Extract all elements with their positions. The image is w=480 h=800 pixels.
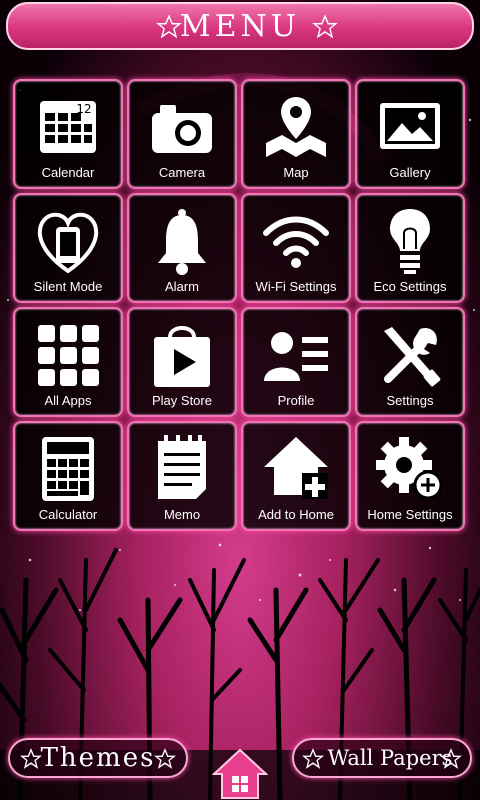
- tile-alarm[interactable]: Alarm: [127, 193, 237, 303]
- calendar-icon: 12: [40, 101, 96, 153]
- tile-label: Home Settings: [367, 507, 453, 522]
- tile-calculator[interactable]: Calculator: [13, 421, 123, 531]
- tile-eco-settings[interactable]: Eco Settings: [355, 193, 465, 303]
- wifi-icon: [263, 216, 329, 268]
- tile-map[interactable]: Map: [241, 79, 351, 189]
- tile-memo[interactable]: Memo: [127, 421, 237, 531]
- star-icon: [440, 748, 462, 769]
- gallery-icon: [380, 103, 440, 149]
- tile-calendar[interactable]: 12 Calendar: [13, 79, 123, 189]
- tile-label: Profile: [277, 393, 315, 408]
- memo-icon: [158, 435, 206, 499]
- tile-gallery[interactable]: Gallery: [355, 79, 465, 189]
- camera-icon: [152, 105, 212, 153]
- gear-icon: [376, 437, 443, 500]
- home-button[interactable]: [212, 748, 268, 800]
- menu-header: MENU: [6, 2, 474, 50]
- tile-label: Settings: [386, 393, 434, 408]
- wallpapers-label: Wall Papers: [327, 746, 453, 770]
- tile-home-settings[interactable]: Home Settings: [355, 421, 465, 531]
- profile-icon: [264, 332, 328, 381]
- tile-label: Map: [283, 165, 309, 180]
- bell-icon: [158, 209, 206, 275]
- star-icon: [156, 14, 182, 39]
- tile-label: Calculator: [38, 507, 98, 522]
- tile-profile[interactable]: Profile: [241, 307, 351, 417]
- tile-settings[interactable]: Settings: [355, 307, 465, 417]
- themes-label: Themes: [40, 743, 156, 773]
- lightbulb-icon: [390, 209, 430, 274]
- star-icon: [20, 748, 42, 769]
- tile-label: Silent Mode: [33, 279, 103, 294]
- map-icon: [266, 97, 326, 157]
- tile-label: Gallery: [389, 165, 431, 180]
- tile-label: Calendar: [41, 165, 95, 180]
- tile-camera[interactable]: Camera: [127, 79, 237, 189]
- calculator-icon: [42, 437, 94, 501]
- tile-add-to-home[interactable]: Add to Home: [241, 421, 351, 531]
- tile-label: Memo: [163, 507, 201, 522]
- tile-all-apps[interactable]: All Apps: [13, 307, 123, 417]
- themes-button[interactable]: Themes: [8, 738, 188, 778]
- star-icon: [312, 14, 338, 39]
- star-icon: [302, 748, 324, 769]
- app-grid: 12 Calendar Camera Map Gallery Silent Mo…: [13, 79, 469, 531]
- tile-label: Alarm: [165, 279, 199, 294]
- tile-play-store[interactable]: Play Store: [127, 307, 237, 417]
- tile-label: Play Store: [152, 393, 212, 408]
- tile-label: Camera: [158, 165, 206, 180]
- silent-mode-icon: [37, 212, 99, 274]
- tile-wifi-settings[interactable]: Wi-Fi Settings: [241, 193, 351, 303]
- tools-icon: [384, 327, 441, 387]
- wallpapers-button[interactable]: Wall Papers: [292, 738, 472, 778]
- all-apps-icon: [38, 325, 99, 386]
- tile-label: Add to Home: [258, 507, 334, 522]
- tile-silent-mode[interactable]: Silent Mode: [13, 193, 123, 303]
- menu-title: MENU: [179, 8, 301, 44]
- tile-label: Eco Settings: [373, 279, 447, 294]
- star-icon: [154, 748, 176, 769]
- tile-label: All Apps: [44, 393, 92, 408]
- tile-label: Wi-Fi Settings: [255, 279, 337, 294]
- add-home-icon: [264, 437, 328, 499]
- svg-text:12: 12: [76, 102, 91, 116]
- play-store-icon: [154, 326, 210, 387]
